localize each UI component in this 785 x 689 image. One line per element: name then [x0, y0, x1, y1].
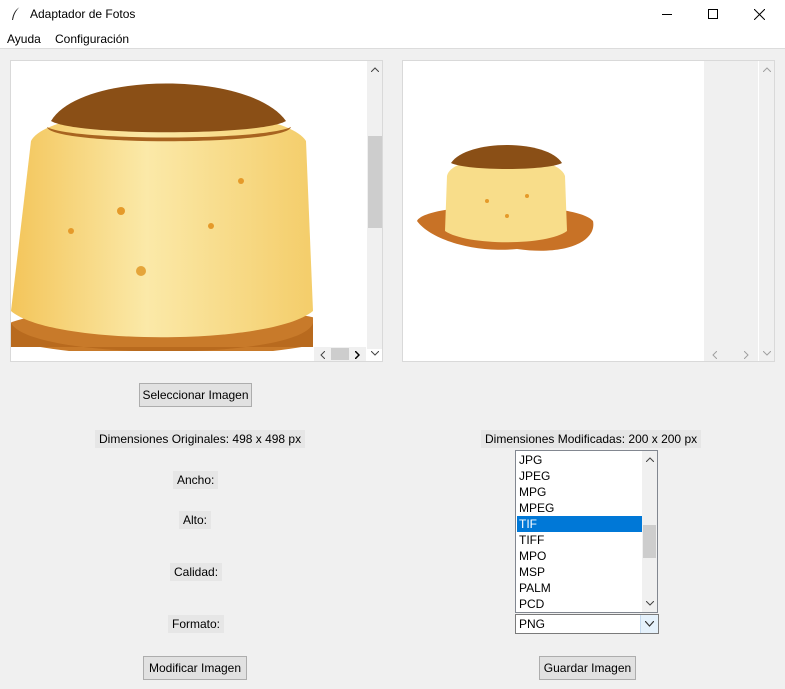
- quality-label: Calidad:: [170, 563, 223, 581]
- format-combobox[interactable]: PNG: [515, 614, 659, 634]
- scrollbar-thumb[interactable]: [368, 136, 382, 228]
- original-horizontal-scrollbar[interactable]: [314, 347, 366, 361]
- format-label: Formato:: [168, 615, 225, 633]
- original-dimensions-label: Dimensiones Originales: 498 x 498 px: [95, 430, 306, 448]
- list-item-selected[interactable]: TIF: [517, 516, 642, 532]
- maximize-button[interactable]: [691, 0, 737, 30]
- modified-vertical-scrollbar[interactable]: [759, 61, 774, 361]
- scroll-left-icon[interactable]: [316, 348, 329, 361]
- original-image: [11, 83, 313, 351]
- original-image-panel: [10, 60, 383, 362]
- scroll-down-icon[interactable]: [368, 347, 381, 360]
- scroll-down-icon[interactable]: [643, 597, 656, 610]
- modify-image-button[interactable]: Modificar Imagen: [143, 656, 247, 680]
- scroll-down-icon[interactable]: [760, 347, 773, 360]
- list-item[interactable]: MPO: [517, 548, 642, 564]
- scroll-up-icon[interactable]: [643, 453, 656, 466]
- menu-bar: Ayuda Configuración: [0, 30, 785, 49]
- scrollbar-thumb[interactable]: [643, 525, 656, 558]
- select-image-button[interactable]: Seleccionar Imagen: [139, 383, 252, 407]
- minimize-button[interactable]: [645, 0, 691, 30]
- minimize-icon: [662, 14, 672, 15]
- format-list-scrollbar[interactable]: [642, 451, 657, 612]
- modified-canvas-area: [704, 61, 758, 347]
- maximize-icon: [708, 9, 718, 19]
- window-title: Adaptador de Fotos: [30, 7, 136, 21]
- list-item[interactable]: JPG: [517, 452, 642, 468]
- chevron-down-icon: [645, 621, 654, 627]
- scroll-left-icon[interactable]: [708, 348, 721, 361]
- scroll-up-icon[interactable]: [368, 63, 381, 76]
- modified-image: [417, 145, 594, 251]
- list-item[interactable]: MSP: [517, 564, 642, 580]
- list-item[interactable]: PCD: [517, 596, 642, 612]
- modified-image-panel: [402, 60, 775, 362]
- list-item[interactable]: TIFF: [517, 532, 642, 548]
- scroll-right-icon[interactable]: [351, 348, 364, 361]
- scrollbar-thumb[interactable]: [331, 348, 349, 360]
- close-button[interactable]: [737, 0, 783, 30]
- menu-configuracion[interactable]: Configuración: [55, 32, 129, 46]
- original-vertical-scrollbar[interactable]: [367, 61, 382, 356]
- width-label: Ancho:: [173, 471, 219, 489]
- save-image-button[interactable]: Guardar Imagen: [539, 656, 636, 680]
- scroll-up-icon[interactable]: [760, 63, 773, 76]
- height-label: Alto:: [179, 511, 212, 529]
- combobox-dropdown-button[interactable]: [640, 615, 658, 633]
- format-combobox-value: PNG: [519, 617, 546, 631]
- list-item[interactable]: MPG: [517, 484, 642, 500]
- list-item[interactable]: JPEG: [517, 468, 642, 484]
- scroll-right-icon[interactable]: [740, 348, 753, 361]
- menu-ayuda[interactable]: Ayuda: [7, 32, 41, 46]
- modified-dimensions-label: Dimensiones Modificadas: 200 x 200 px: [481, 430, 702, 448]
- close-icon: [754, 9, 765, 20]
- format-listbox[interactable]: JPG JPEG MPG MPEG TIF TIFF MPO MSP PALM …: [515, 450, 658, 613]
- list-item[interactable]: PALM: [517, 580, 642, 596]
- modified-horizontal-scrollbar[interactable]: [704, 347, 758, 361]
- list-item[interactable]: MPEG: [517, 500, 642, 516]
- feather-icon: [12, 6, 21, 20]
- title-bar: Adaptador de Fotos: [0, 0, 785, 30]
